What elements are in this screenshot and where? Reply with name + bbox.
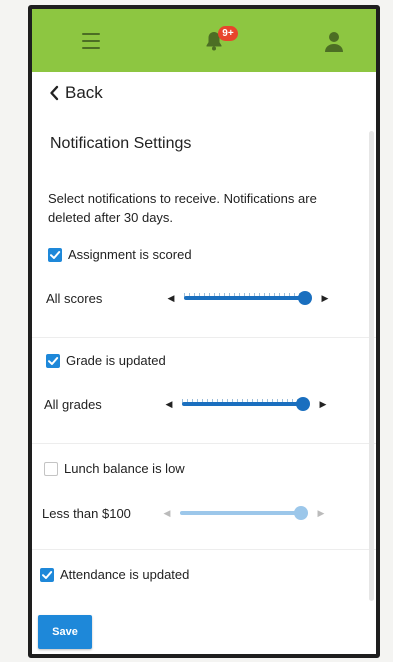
menu-icon[interactable] — [82, 33, 100, 49]
page-title: Notification Settings — [50, 135, 192, 152]
increase-arrow-icon[interactable]: ▶ — [316, 399, 330, 410]
setting-label: Attendance is updated — [60, 567, 190, 582]
lunch-balance-slider[interactable] — [180, 506, 308, 520]
slider-label: Less than $100 — [42, 505, 131, 521]
grade-updated-slider[interactable] — [182, 397, 310, 411]
intro-text: Select notifications to receive. Notific… — [48, 191, 317, 225]
setting-label: Assignment is scored — [68, 247, 192, 262]
slider-thumb[interactable] — [294, 506, 308, 520]
assignment-scored-slider[interactable] — [184, 291, 312, 305]
scrollbar[interactable] — [369, 131, 374, 601]
checkbox-checked-icon — [40, 567, 54, 582]
setting-label: Lunch balance is low — [64, 461, 185, 476]
save-button[interactable]: Save — [38, 615, 92, 649]
slider-label: All grades — [44, 396, 102, 412]
back-label: Back — [65, 83, 103, 102]
grade-updated-checkbox[interactable]: Grade is updated — [46, 353, 166, 368]
increase-arrow-icon[interactable]: ▶ — [318, 293, 332, 304]
slider-label: All scores — [46, 290, 103, 306]
app-frame: 9+ Back Notification Settings Select not… — [28, 5, 380, 658]
decrease-arrow-icon[interactable]: ◀ — [164, 293, 178, 304]
setting-label: Grade is updated — [66, 353, 166, 368]
slider-thumb[interactable] — [298, 291, 312, 305]
lunch-balance-checkbox[interactable]: Lunch balance is low — [44, 461, 185, 476]
slider-thumb[interactable] — [296, 397, 310, 411]
checkbox-checked-icon — [46, 353, 60, 368]
section-divider — [32, 443, 376, 444]
attendance-updated-checkbox[interactable]: Attendance is updated — [40, 567, 189, 582]
decrease-arrow-icon[interactable]: ◀ — [162, 399, 176, 410]
lunch-balance-slider-row: Less than $100 ◀ ▶ — [42, 504, 328, 522]
assignment-scored-slider-row: All scores ◀ ▶ — [46, 289, 332, 307]
top-bar: 9+ — [32, 9, 376, 72]
notification-count-badge[interactable]: 9+ — [218, 26, 238, 41]
grade-updated-slider-row: All grades ◀ ▶ — [44, 395, 330, 413]
section-divider — [32, 337, 376, 338]
checkbox-unchecked-icon — [44, 461, 58, 476]
chevron-left-icon — [50, 85, 59, 101]
increase-arrow-icon[interactable]: ▶ — [314, 508, 328, 519]
user-icon[interactable] — [324, 31, 344, 53]
back-button[interactable]: Back — [49, 81, 103, 105]
decrease-arrow-icon[interactable]: ◀ — [160, 508, 174, 519]
assignment-scored-checkbox[interactable]: Assignment is scored — [48, 247, 192, 262]
checkbox-checked-icon — [48, 247, 62, 262]
section-divider — [32, 549, 376, 550]
